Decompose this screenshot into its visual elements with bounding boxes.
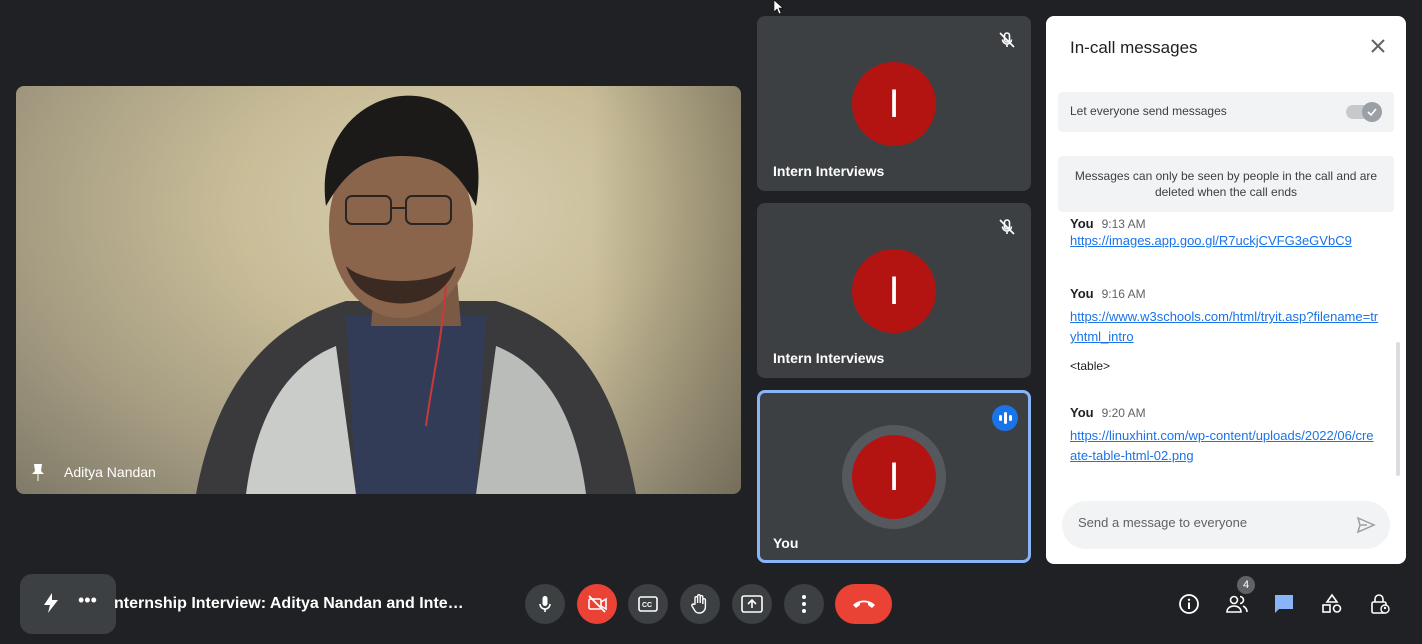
pin-icon[interactable] xyxy=(30,462,46,482)
captions-icon: CC xyxy=(638,596,658,612)
in-call-messages-panel: In-call messages Let everyone send messa… xyxy=(1046,16,1406,564)
present-screen-button[interactable] xyxy=(732,584,772,624)
mic-off-icon xyxy=(999,219,1015,235)
meeting-title: nternship Interview: Aditya Nandan and I… xyxy=(114,595,464,612)
message-sender: You xyxy=(1070,286,1094,301)
svg-text:CC: CC xyxy=(642,602,652,609)
message-time: 9:13 AM xyxy=(1101,217,1146,231)
panel-title: In-call messages xyxy=(1070,38,1198,57)
info-icon xyxy=(1179,594,1199,614)
main-speaker-name: Aditya Nandan xyxy=(64,464,156,480)
captions-button[interactable]: CC xyxy=(628,584,668,624)
people-button[interactable] xyxy=(1224,591,1250,617)
mic-button[interactable] xyxy=(525,584,565,624)
mic-off-icon xyxy=(999,32,1015,48)
hangup-icon xyxy=(852,600,875,608)
privacy-notice: Messages can only be seen by people in t… xyxy=(1058,156,1394,212)
camera-off-button[interactable] xyxy=(577,584,617,624)
message-item: You 9:16 AM https://www.w3schools.com/htm… xyxy=(1070,286,1380,373)
lock-person-icon xyxy=(1371,594,1390,614)
shapes-icon xyxy=(1322,593,1342,613)
present-icon xyxy=(741,595,763,613)
message-link[interactable]: https://linuxhint.com/wp-content/uploads… xyxy=(1070,426,1380,466)
avatar: I xyxy=(852,62,936,146)
message-link[interactable]: https://images.app.goo.gl/R7uckjCVFG3eGV… xyxy=(1070,231,1380,251)
participant-name: Intern Interviews xyxy=(773,163,885,179)
more-options-button[interactable] xyxy=(784,584,824,624)
companion-icon xyxy=(44,593,58,613)
hand-icon xyxy=(691,594,707,614)
message-sender: You xyxy=(1070,405,1094,420)
avatar: I xyxy=(852,249,936,333)
let-everyone-send-toggle[interactable] xyxy=(1346,102,1382,122)
message-composer xyxy=(1062,501,1390,549)
speaking-indicator-icon xyxy=(992,405,1018,431)
activities-button[interactable]: ••• xyxy=(20,574,116,634)
participant-video xyxy=(196,95,636,494)
message-time: 9:16 AM xyxy=(1101,287,1146,301)
close-icon[interactable] xyxy=(1368,36,1388,56)
main-video-tile[interactable]: Aditya Nandan xyxy=(16,86,741,494)
message-item: You 9:20 AM https://linuxhint.com/wp-cont… xyxy=(1070,405,1380,466)
more-dots-icon: ••• xyxy=(78,590,97,610)
meeting-details-button[interactable] xyxy=(1176,591,1202,617)
activities-panel-button[interactable] xyxy=(1319,591,1345,617)
participant-tile-self[interactable]: I You xyxy=(757,390,1031,563)
message-time: 9:20 AM xyxy=(1101,406,1146,420)
participant-name: You xyxy=(773,535,799,551)
people-icon xyxy=(1226,595,1248,613)
participant-count-badge: 4 xyxy=(1237,576,1255,594)
host-controls-button[interactable] xyxy=(1367,591,1393,617)
chat-icon xyxy=(1275,595,1293,613)
check-icon xyxy=(1362,102,1382,122)
send-permission-row: Let everyone send messages xyxy=(1058,92,1394,132)
participant-tile-1[interactable]: I Intern Interviews xyxy=(757,16,1031,191)
camera-off-icon xyxy=(588,595,607,613)
chat-button[interactable] xyxy=(1271,591,1297,617)
mouse-cursor-icon xyxy=(774,0,784,14)
message-item: You 9:13 AM https://images.app.goo.gl/R7u… xyxy=(1070,216,1380,251)
avatar: I xyxy=(852,435,936,519)
message-scrollbar[interactable] xyxy=(1396,342,1400,476)
message-text: <table> xyxy=(1070,359,1111,373)
participant-tile-2[interactable]: I Intern Interviews xyxy=(757,203,1031,378)
raise-hand-button[interactable] xyxy=(680,584,720,624)
message-input[interactable] xyxy=(1078,515,1338,530)
participant-name: Intern Interviews xyxy=(773,350,885,366)
more-vert-icon xyxy=(802,595,806,613)
mic-icon xyxy=(539,596,551,612)
message-list: You 9:13 AM https://images.app.goo.gl/R7u… xyxy=(1046,216,1406,496)
message-sender: You xyxy=(1070,216,1094,231)
message-link[interactable]: https://www.w3schools.com/html/tryit.asp… xyxy=(1070,307,1380,347)
meet-window: Aditya Nandan I Intern Interviews I Inte… xyxy=(0,0,1422,644)
toggle-label: Let everyone send messages xyxy=(1070,104,1227,118)
leave-call-button[interactable] xyxy=(835,584,892,624)
send-icon[interactable] xyxy=(1356,515,1376,535)
